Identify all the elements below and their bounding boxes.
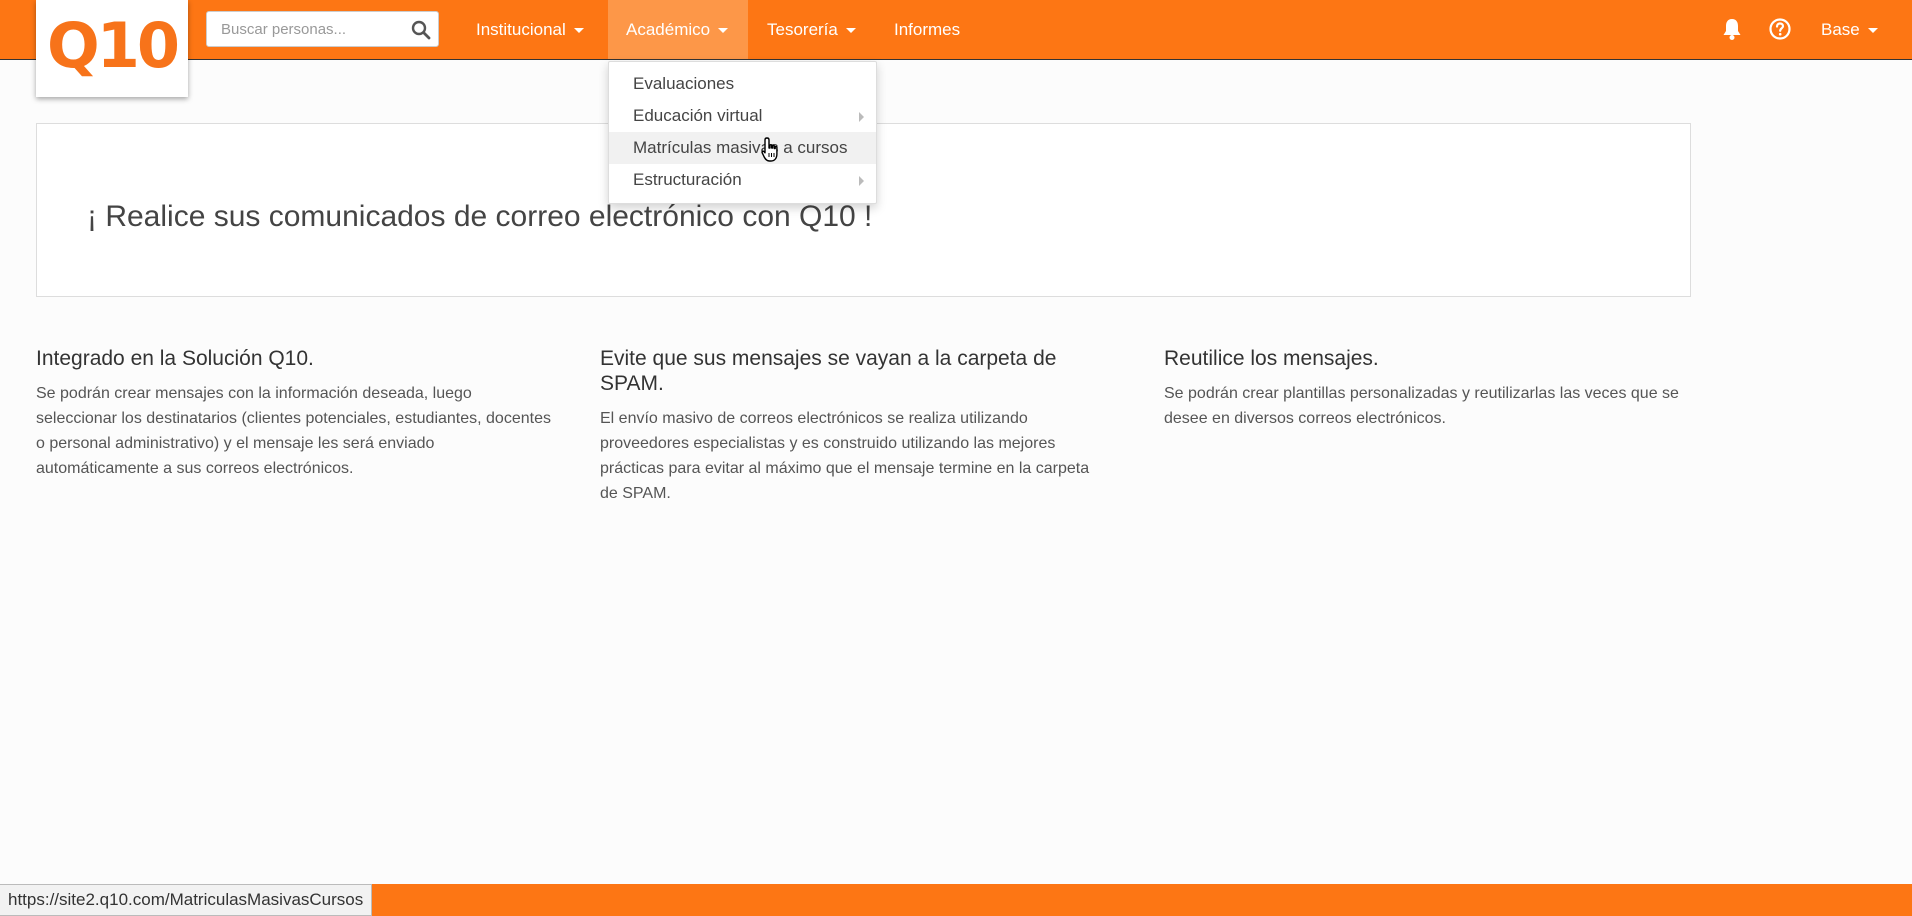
bottom-bar: https://site2.q10.com/MatriculasMasivasC… bbox=[0, 884, 1912, 916]
nav-informes-label: Informes bbox=[894, 19, 961, 39]
feature-body: El envío masivo de correos electrónicos … bbox=[600, 410, 1090, 502]
feature-title: Reutilice los mensajes. bbox=[1164, 347, 1379, 370]
bell-icon[interactable] bbox=[1717, 14, 1747, 44]
menu-item-label: Evaluaciones bbox=[633, 74, 735, 93]
caret-down-icon bbox=[845, 28, 856, 33]
caret-down-icon bbox=[718, 28, 729, 33]
search-box[interactable] bbox=[206, 11, 439, 47]
feature-title: Evite que sus mensajes se vayan a la car… bbox=[600, 347, 1057, 395]
menu-item-label: Educación virtual bbox=[633, 106, 763, 125]
nav-institucional[interactable]: Institucional bbox=[458, 0, 602, 59]
feature-body: Se podrán crear plantillas personalizada… bbox=[1164, 385, 1679, 427]
logo-text: Q10 bbox=[47, 8, 180, 82]
user-menu[interactable]: Base bbox=[1803, 0, 1896, 59]
nav-institucional-label: Institucional bbox=[476, 19, 566, 39]
search-input[interactable] bbox=[207, 12, 402, 46]
menu-item-label: Matrículas masivas a cursos bbox=[633, 138, 848, 157]
status-url-tooltip: https://site2.q10.com/MatriculasMasivasC… bbox=[0, 884, 373, 916]
nav-tesoreria[interactable]: Tesorería bbox=[749, 0, 874, 59]
menu-item-matriculas-masivas[interactable]: Matrículas masivas a cursos bbox=[609, 132, 876, 164]
nav-academico[interactable]: Académico bbox=[608, 0, 748, 59]
caret-down-icon bbox=[573, 28, 584, 33]
top-navbar: Institucional Académico Tesorería Inform… bbox=[0, 0, 1912, 60]
menu-item-estructuracion[interactable]: Estructuración bbox=[609, 164, 876, 196]
q10-logo[interactable]: Q10 bbox=[36, 0, 188, 97]
menu-item-educacion-virtual[interactable]: Educación virtual bbox=[609, 100, 876, 132]
academico-dropdown-menu: Evaluaciones Educación virtual Matrícula… bbox=[608, 61, 877, 204]
nav-academico-label: Académico bbox=[626, 19, 711, 39]
submenu-arrow-icon bbox=[859, 112, 864, 122]
hand-pointer-cursor-icon bbox=[761, 137, 778, 162]
feature-title: Integrado en la Solución Q10. bbox=[36, 347, 314, 370]
feature-body: Se podrán crear mensajes con la informac… bbox=[36, 385, 551, 477]
nav-informes[interactable]: Informes bbox=[876, 0, 978, 59]
feature-column-reutilice: Reutilice los mensajes. Se podrán crear … bbox=[1164, 346, 1684, 431]
user-menu-label: Base bbox=[1821, 19, 1860, 39]
nav-tesoreria-label: Tesorería bbox=[767, 19, 838, 39]
feature-column-integrado: Integrado en la Solución Q10. Se podrán … bbox=[36, 346, 556, 481]
menu-item-evaluaciones[interactable]: Evaluaciones bbox=[609, 68, 876, 100]
submenu-arrow-icon bbox=[859, 176, 864, 186]
feature-column-spam: Evite que sus mensajes se vayan a la car… bbox=[600, 346, 1110, 506]
caret-down-icon bbox=[1867, 28, 1878, 33]
menu-item-label: Estructuración bbox=[633, 170, 742, 189]
banner-headline: ¡ Realice sus comunicados de correo elec… bbox=[87, 200, 873, 233]
help-circle-icon[interactable] bbox=[1765, 14, 1795, 44]
search-icon[interactable] bbox=[410, 19, 432, 41]
